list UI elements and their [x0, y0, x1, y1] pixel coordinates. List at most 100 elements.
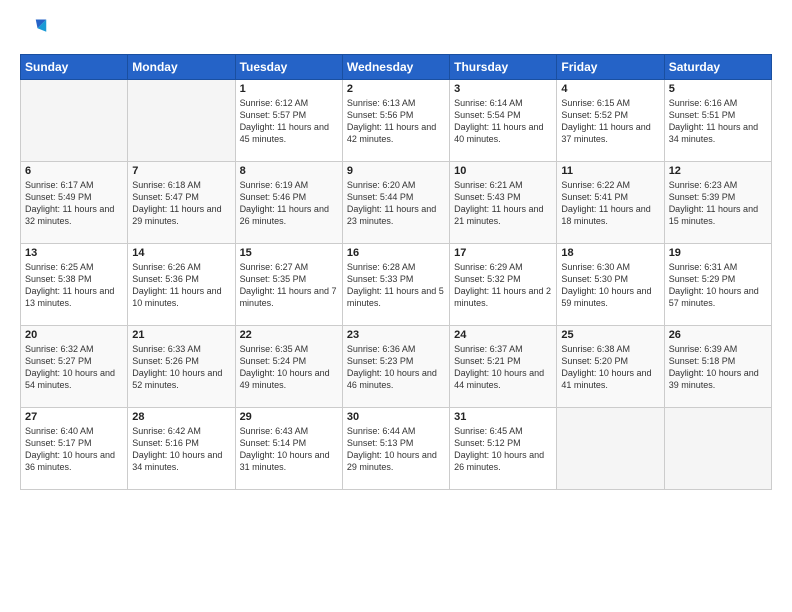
weekday-friday: Friday — [557, 55, 664, 80]
day-info: Sunrise: 6:21 AMSunset: 5:43 PMDaylight:… — [454, 179, 552, 228]
day-info: Sunrise: 6:26 AMSunset: 5:36 PMDaylight:… — [132, 261, 230, 310]
day-info: Sunrise: 6:13 AMSunset: 5:56 PMDaylight:… — [347, 97, 445, 146]
day-info: Sunrise: 6:14 AMSunset: 5:54 PMDaylight:… — [454, 97, 552, 146]
day-cell: 31Sunrise: 6:45 AMSunset: 5:12 PMDayligh… — [450, 408, 557, 490]
week-row-4: 20 Sunrise: 6:32 AMSunset: 5:27 PMDayligh… — [21, 326, 772, 408]
day-info: Sunrise: 6:15 AMSunset: 5:52 PMDaylight:… — [561, 97, 659, 146]
day-number: 14 — [132, 247, 230, 259]
weekday-sunday: Sunday — [21, 55, 128, 80]
day-number: 28 — [132, 411, 230, 423]
day-number: 6 — [25, 165, 123, 177]
day-cell: 9 Sunrise: 6:20 AMSunset: 5:44 PMDaylight… — [342, 162, 449, 244]
day-info: Sunrise: 6:44 AMSunset: 5:13 PMDaylight:… — [347, 425, 445, 474]
day-number: 30 — [347, 411, 445, 423]
day-info: Sunrise: 6:27 AMSunset: 5:35 PMDaylight:… — [240, 261, 338, 310]
day-cell — [557, 408, 664, 490]
day-info: Sunrise: 6:12 AMSunset: 5:57 PMDaylight:… — [240, 97, 338, 146]
logo — [20, 16, 52, 44]
day-number: 25 — [561, 329, 659, 341]
day-number: 27 — [25, 411, 123, 423]
header — [20, 16, 772, 44]
day-cell: 26 Sunrise: 6:39 AMSunset: 5:18 PMDayligh… — [664, 326, 771, 408]
day-info: Sunrise: 6:25 AMSunset: 5:38 PMDaylight:… — [25, 261, 123, 310]
day-number: 26 — [669, 329, 767, 341]
weekday-wednesday: Wednesday — [342, 55, 449, 80]
day-number: 1 — [240, 83, 338, 95]
day-cell: 28 Sunrise: 6:42 AMSunset: 5:16 PMDayligh… — [128, 408, 235, 490]
day-cell: 7 Sunrise: 6:18 AMSunset: 5:47 PMDaylight… — [128, 162, 235, 244]
day-number: 19 — [669, 247, 767, 259]
day-info: Sunrise: 6:20 AMSunset: 5:44 PMDaylight:… — [347, 179, 445, 228]
day-cell: 21 Sunrise: 6:33 AMSunset: 5:26 PMDayligh… — [128, 326, 235, 408]
day-cell: 23 Sunrise: 6:36 AMSunset: 5:23 PMDayligh… — [342, 326, 449, 408]
day-info: Sunrise: 6:39 AMSunset: 5:18 PMDaylight:… — [669, 343, 767, 392]
day-number: 23 — [347, 329, 445, 341]
day-number: 15 — [240, 247, 338, 259]
week-row-1: 1 Sunrise: 6:12 AMSunset: 5:57 PMDaylight… — [21, 80, 772, 162]
day-cell: 1 Sunrise: 6:12 AMSunset: 5:57 PMDaylight… — [235, 80, 342, 162]
day-cell: 18 Sunrise: 6:30 AMSunset: 5:30 PMDayligh… — [557, 244, 664, 326]
day-cell — [128, 80, 235, 162]
day-cell: 5 Sunrise: 6:16 AMSunset: 5:51 PMDaylight… — [664, 80, 771, 162]
day-number: 13 — [25, 247, 123, 259]
day-info: Sunrise: 6:33 AMSunset: 5:26 PMDaylight:… — [132, 343, 230, 392]
day-number: 21 — [132, 329, 230, 341]
day-info: Sunrise: 6:31 AMSunset: 5:29 PMDaylight:… — [669, 261, 767, 310]
weekday-monday: Monday — [128, 55, 235, 80]
day-number: 12 — [669, 165, 767, 177]
day-number: 11 — [561, 165, 659, 177]
week-row-3: 13 Sunrise: 6:25 AMSunset: 5:38 PMDayligh… — [21, 244, 772, 326]
day-info: Sunrise: 6:16 AMSunset: 5:51 PMDaylight:… — [669, 97, 767, 146]
day-cell: 14 Sunrise: 6:26 AMSunset: 5:36 PMDayligh… — [128, 244, 235, 326]
day-info: Sunrise: 6:19 AMSunset: 5:46 PMDaylight:… — [240, 179, 338, 228]
day-info: Sunrise: 6:36 AMSunset: 5:23 PMDaylight:… — [347, 343, 445, 392]
day-cell: 16 Sunrise: 6:28 AMSunset: 5:33 PMDayligh… — [342, 244, 449, 326]
day-number: 5 — [669, 83, 767, 95]
day-cell: 19 Sunrise: 6:31 AMSunset: 5:29 PMDayligh… — [664, 244, 771, 326]
weekday-tuesday: Tuesday — [235, 55, 342, 80]
day-info: Sunrise: 6:29 AMSunset: 5:32 PMDaylight:… — [454, 261, 552, 310]
day-cell: 30 Sunrise: 6:44 AMSunset: 5:13 PMDayligh… — [342, 408, 449, 490]
weekday-saturday: Saturday — [664, 55, 771, 80]
day-cell: 22Sunrise: 6:35 AMSunset: 5:24 PMDayligh… — [235, 326, 342, 408]
day-cell — [664, 408, 771, 490]
day-number: 16 — [347, 247, 445, 259]
page: SundayMondayTuesdayWednesdayThursdayFrid… — [0, 0, 792, 612]
day-info: Sunrise: 6:40 AMSunset: 5:17 PMDaylight:… — [25, 425, 123, 474]
weekday-header-row: SundayMondayTuesdayWednesdayThursdayFrid… — [21, 55, 772, 80]
day-number: 24 — [454, 329, 552, 341]
day-number: 10 — [454, 165, 552, 177]
day-info: Sunrise: 6:37 AMSunset: 5:21 PMDaylight:… — [454, 343, 552, 392]
day-cell: 12 Sunrise: 6:23 AMSunset: 5:39 PMDayligh… — [664, 162, 771, 244]
day-cell: 11 Sunrise: 6:22 AMSunset: 5:41 PMDayligh… — [557, 162, 664, 244]
weekday-thursday: Thursday — [450, 55, 557, 80]
day-cell: 20 Sunrise: 6:32 AMSunset: 5:27 PMDayligh… — [21, 326, 128, 408]
day-cell: 25 Sunrise: 6:38 AMSunset: 5:20 PMDayligh… — [557, 326, 664, 408]
day-cell: 15 Sunrise: 6:27 AMSunset: 5:35 PMDayligh… — [235, 244, 342, 326]
day-info: Sunrise: 6:17 AMSunset: 5:49 PMDaylight:… — [25, 179, 123, 228]
day-info: Sunrise: 6:18 AMSunset: 5:47 PMDaylight:… — [132, 179, 230, 228]
day-info: Sunrise: 6:32 AMSunset: 5:27 PMDaylight:… — [25, 343, 123, 392]
day-info: Sunrise: 6:28 AMSunset: 5:33 PMDaylight:… — [347, 261, 445, 310]
day-info: Sunrise: 6:42 AMSunset: 5:16 PMDaylight:… — [132, 425, 230, 474]
day-number: 9 — [347, 165, 445, 177]
day-info: Sunrise: 6:38 AMSunset: 5:20 PMDaylight:… — [561, 343, 659, 392]
day-info: Sunrise: 6:22 AMSunset: 5:41 PMDaylight:… — [561, 179, 659, 228]
day-info: Sunrise: 6:43 AMSunset: 5:14 PMDaylight:… — [240, 425, 338, 474]
day-cell: 24 Sunrise: 6:37 AMSunset: 5:21 PMDayligh… — [450, 326, 557, 408]
week-row-5: 27 Sunrise: 6:40 AMSunset: 5:17 PMDayligh… — [21, 408, 772, 490]
day-number: 17 — [454, 247, 552, 259]
logo-icon — [20, 16, 48, 44]
day-number: 7 — [132, 165, 230, 177]
day-cell: 13 Sunrise: 6:25 AMSunset: 5:38 PMDayligh… — [21, 244, 128, 326]
day-cell: 10 Sunrise: 6:21 AMSunset: 5:43 PMDayligh… — [450, 162, 557, 244]
day-number: 18 — [561, 247, 659, 259]
day-number: 8 — [240, 165, 338, 177]
day-number: 22 — [240, 329, 338, 341]
day-number: 20 — [25, 329, 123, 341]
calendar-table: SundayMondayTuesdayWednesdayThursdayFrid… — [20, 54, 772, 490]
day-cell: 8 Sunrise: 6:19 AMSunset: 5:46 PMDaylight… — [235, 162, 342, 244]
day-info: Sunrise: 6:30 AMSunset: 5:30 PMDaylight:… — [561, 261, 659, 310]
day-info: Sunrise: 6:23 AMSunset: 5:39 PMDaylight:… — [669, 179, 767, 228]
day-cell: 3Sunrise: 6:14 AMSunset: 5:54 PMDaylight… — [450, 80, 557, 162]
